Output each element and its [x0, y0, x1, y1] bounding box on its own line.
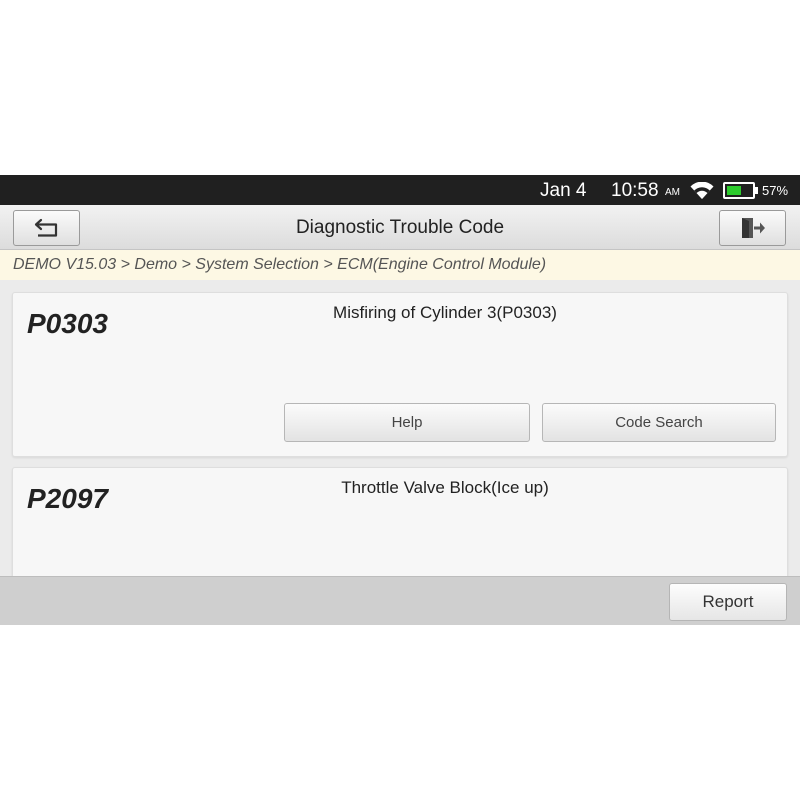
status-bar: Jan 4 10:58 AM 57%: [0, 175, 800, 205]
help-button[interactable]: Help: [284, 403, 530, 442]
dtc-code: P2097: [27, 483, 108, 514]
exit-door-icon: [741, 218, 765, 238]
code-search-button[interactable]: Code Search: [542, 403, 776, 442]
breadcrumb: DEMO V15.03 > Demo > System Selection > …: [0, 250, 800, 280]
app-screen: Jan 4 10:58 AM 57% Diagnostic Trouble Co…: [0, 175, 800, 625]
report-button[interactable]: Report: [669, 583, 787, 621]
dtc-code: P0303: [27, 308, 108, 339]
dtc-description: Throttle Valve Block(Ice up): [341, 478, 549, 497]
page-title: Diagnostic Trouble Code: [295, 217, 505, 238]
exit-button[interactable]: [719, 210, 786, 246]
dtc-card: P0303 Misfiring of Cylinder 3(P0303) Hel…: [12, 292, 788, 457]
dtc-description: Misfiring of Cylinder 3(P0303): [333, 303, 557, 322]
status-date: Jan 4: [540, 180, 587, 201]
dtc-list[interactable]: P0303 Misfiring of Cylinder 3(P0303) Hel…: [0, 280, 800, 576]
battery-tip: [755, 187, 758, 194]
wifi-icon: [690, 182, 714, 199]
status-time: 10:58: [611, 180, 659, 201]
bottom-toolbar: Report: [0, 576, 800, 625]
battery-icon: [723, 182, 755, 199]
back-button[interactable]: [13, 210, 80, 246]
status-ampm: AM: [665, 187, 680, 198]
dtc-card: P2097 Throttle Valve Block(Ice up): [12, 467, 788, 576]
back-arrow-icon: [34, 218, 57, 237]
title-bar: Diagnostic Trouble Code: [0, 205, 800, 250]
battery-level-fill: [727, 186, 741, 195]
battery-percent: 57%: [762, 183, 789, 198]
